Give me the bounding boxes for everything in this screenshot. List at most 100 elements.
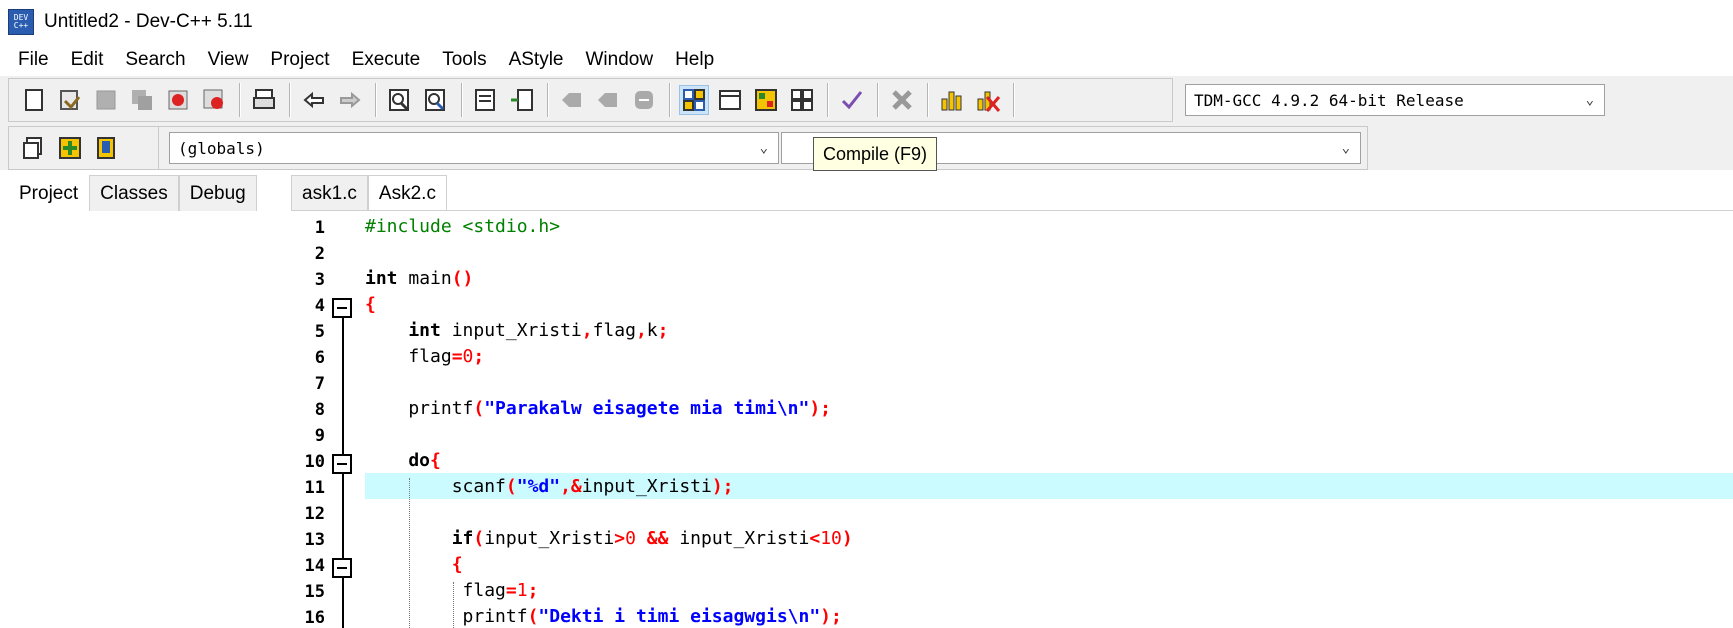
toolbar-separator (877, 83, 879, 117)
line-number: 1 (314, 218, 325, 238)
replace-button[interactable] (421, 85, 451, 115)
save-button[interactable] (91, 85, 121, 115)
find-icon (389, 89, 409, 111)
save-all-button[interactable] (127, 85, 157, 115)
fold-collapse-icon[interactable] (332, 558, 352, 578)
toolbar-separator (289, 83, 291, 117)
compile-button[interactable] (751, 85, 781, 115)
redo-icon (340, 91, 361, 109)
checkmark-icon (841, 91, 863, 110)
scope-select[interactable]: (globals) ⌄ (169, 132, 779, 164)
new-file-icon (25, 89, 43, 111)
tab-ask2-c[interactable]: Ask2.c (367, 175, 447, 211)
menu-file[interactable]: File (0, 49, 60, 71)
new-file-button[interactable] (19, 85, 49, 115)
line-number: 5 (314, 322, 325, 342)
code-line-8: printf("Parakalw eisagete mia timi\n"); (365, 398, 832, 419)
profile-button[interactable] (937, 85, 967, 115)
line-number: 2 (314, 244, 325, 264)
line-number: 7 (314, 374, 325, 394)
close-file-button[interactable] (163, 85, 193, 115)
project-manager-toggle-button[interactable] (679, 85, 709, 115)
tab-classes[interactable]: Classes (89, 175, 179, 211)
toolbar-icons-group (8, 78, 1173, 122)
code-line-14: { (365, 554, 463, 575)
compiler-select[interactable]: TDM-GCC 4.9.2 64-bit Release ⌄ (1185, 84, 1605, 116)
editor-tabs: ask1.c Ask2.c (291, 175, 447, 211)
menu-execute[interactable]: Execute (341, 49, 432, 71)
menu-edit[interactable]: Edit (60, 49, 115, 71)
open-button[interactable] (55, 85, 85, 115)
indent-button[interactable] (471, 85, 501, 115)
fold-collapse-icon[interactable] (332, 298, 352, 318)
window-layout-icon (719, 90, 741, 110)
grid-layout-icon (683, 89, 705, 111)
save-all-icon (132, 90, 152, 110)
line-number: 6 (314, 348, 325, 368)
bookmark-icon (562, 93, 581, 107)
line-number: 13 (304, 530, 325, 550)
chevron-down-icon: ⌄ (759, 140, 768, 156)
stop-execution-button[interactable] (887, 85, 917, 115)
delete-profile-icon (977, 91, 1001, 112)
find-button[interactable] (385, 85, 415, 115)
bar-chart-icon (941, 91, 962, 111)
menu-search[interactable]: Search (114, 49, 196, 71)
code-line-4: { (365, 294, 376, 315)
title-bar: DEV C++ Untitled2 - Dev-C++ 5.11 (0, 0, 1733, 44)
compiler-select-value: TDM-GCC 4.9.2 64-bit Release (1194, 90, 1464, 110)
code-line-5: int input_Xristi,flag,k; (365, 320, 669, 341)
window-title: Untitled2 - Dev-C++ 5.11 (44, 11, 253, 32)
goto-line-icon (635, 91, 653, 109)
line-number: 14 (304, 556, 325, 576)
tab-debug[interactable]: Debug (178, 175, 257, 211)
indent-icon (475, 89, 495, 111)
fold-collapse-icon[interactable] (332, 454, 352, 474)
menu-tools[interactable]: Tools (431, 49, 497, 71)
preprocessor-directive: #include <stdio.h> (365, 218, 561, 237)
toolbar-separator (375, 83, 377, 117)
project-toolbar-group (8, 126, 160, 170)
redo-button[interactable] (335, 85, 365, 115)
goto-line-button[interactable] (629, 85, 659, 115)
menu-project[interactable]: Project (259, 49, 340, 71)
compile-run-button[interactable] (787, 85, 817, 115)
scope-select-value: (globals) (178, 138, 265, 158)
close-all-icon (203, 89, 223, 109)
replace-icon (425, 89, 445, 111)
menu-window[interactable]: Window (575, 49, 665, 71)
line-number: 12 (304, 504, 325, 524)
save-icon (96, 90, 116, 110)
menu-view[interactable]: View (197, 49, 260, 71)
bookmark-button[interactable] (557, 85, 587, 115)
undo-button[interactable] (299, 85, 329, 115)
toolbar-separator (461, 83, 463, 117)
toolbar-separator (1013, 83, 1015, 117)
tab-project[interactable]: Project (8, 175, 90, 211)
new-project-button[interactable] (19, 133, 49, 163)
add-to-project-button[interactable] (55, 133, 85, 163)
statusbar-toggle-button[interactable] (715, 85, 745, 115)
compile-tooltip: Compile (F9) (813, 137, 937, 171)
chevron-down-icon: ⌄ (1341, 140, 1350, 156)
unindent-button[interactable] (507, 85, 537, 115)
print-button[interactable] (249, 85, 279, 115)
syntax-check-button[interactable] (837, 85, 867, 115)
remove-from-project-button[interactable] (91, 133, 121, 163)
line-number: 10 (304, 452, 325, 472)
line-number: 16 (304, 608, 325, 628)
menu-help[interactable]: Help (664, 49, 725, 71)
navigation-toolbar-group: (globals) ⌄ ⌄ (158, 126, 1368, 170)
tab-ask1-c[interactable]: ask1.c (291, 175, 368, 211)
delete-profile-button[interactable] (973, 85, 1003, 115)
menu-astyle[interactable]: AStyle (498, 49, 575, 71)
line-number: 9 (314, 426, 325, 446)
line-number: 4 (314, 296, 325, 316)
toolbar-separator (927, 83, 929, 117)
goto-bookmark-button[interactable] (593, 85, 623, 115)
new-project-icon (23, 137, 42, 159)
close-all-button[interactable] (199, 85, 229, 115)
toolbar-separator (547, 83, 549, 117)
code-editor[interactable]: #include <stdio.h> int main() { int inpu… (365, 218, 1733, 628)
goto-bookmark-icon (598, 93, 617, 107)
